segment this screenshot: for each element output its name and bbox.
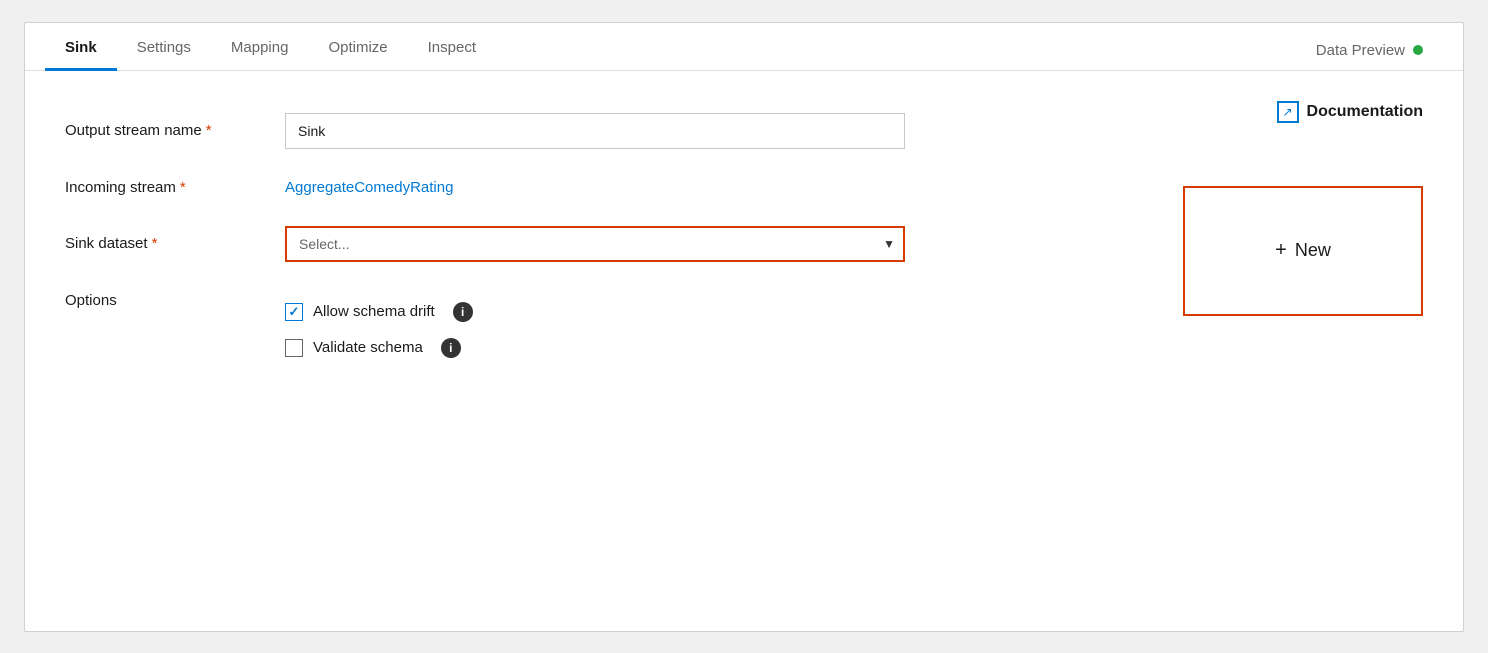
plus-icon: + <box>1275 239 1287 262</box>
incoming-stream-required-star: * <box>180 179 186 196</box>
documentation-icon[interactable] <box>1277 101 1299 123</box>
allow-schema-drift-row: ✓ Allow schema drift i <box>285 302 473 322</box>
new-button[interactable]: + New <box>1183 186 1423 316</box>
output-stream-required-star: * <box>206 122 212 139</box>
sink-dataset-select[interactable]: Select... <box>285 226 905 262</box>
allow-schema-drift-label: Allow schema drift <box>313 303 435 320</box>
allow-schema-drift-checkbox[interactable]: ✓ <box>285 303 303 321</box>
incoming-stream-label: Incoming stream * <box>65 161 285 214</box>
allow-schema-drift-info-icon[interactable]: i <box>453 302 473 322</box>
validate-schema-label: Validate schema <box>313 339 423 356</box>
tab-settings[interactable]: Settings <box>117 27 211 71</box>
main-container: Sink Settings Mapping Optimize Inspect D… <box>24 22 1464 632</box>
options-control: ✓ Allow schema drift i Validate schema i <box>285 274 1165 386</box>
tab-data-preview[interactable]: Data Preview <box>1296 30 1443 71</box>
sink-dataset-control: Select... ▼ <box>285 214 1165 274</box>
output-stream-name-input[interactable] <box>285 113 905 149</box>
form-grid: Output stream name * Incoming stream * A… <box>65 101 1165 386</box>
tab-sink[interactable]: Sink <box>45 27 117 71</box>
sink-dataset-label: Sink dataset * <box>65 214 285 274</box>
options-label: Options <box>65 274 285 386</box>
output-stream-name-control <box>285 101 1165 161</box>
tab-bar: Sink Settings Mapping Optimize Inspect D… <box>25 23 1463 71</box>
output-stream-name-label: Output stream name * <box>65 101 285 161</box>
new-button-area: + New <box>1183 186 1423 316</box>
validate-schema-row: Validate schema i <box>285 338 473 358</box>
data-preview-status-dot <box>1413 45 1423 55</box>
new-button-label: New <box>1295 240 1331 261</box>
incoming-stream-link[interactable]: AggregateComedyRating <box>285 179 453 196</box>
documentation-area: Documentation <box>1277 101 1423 123</box>
checkmark-icon: ✓ <box>289 304 300 320</box>
options-checkboxes: ✓ Allow schema drift i Validate schema i <box>285 286 473 374</box>
main-content: Documentation + New Output stream name *… <box>25 71 1463 416</box>
sink-dataset-select-wrapper: Select... ▼ <box>285 226 905 262</box>
incoming-stream-control: AggregateComedyRating <box>285 161 1165 214</box>
validate-schema-info-icon[interactable]: i <box>441 338 461 358</box>
tab-mapping[interactable]: Mapping <box>211 27 309 71</box>
tab-inspect[interactable]: Inspect <box>408 27 496 71</box>
documentation-label: Documentation <box>1307 103 1423 121</box>
tab-optimize[interactable]: Optimize <box>308 27 407 71</box>
validate-schema-checkbox[interactable] <box>285 339 303 357</box>
sink-dataset-required-star: * <box>152 235 158 252</box>
